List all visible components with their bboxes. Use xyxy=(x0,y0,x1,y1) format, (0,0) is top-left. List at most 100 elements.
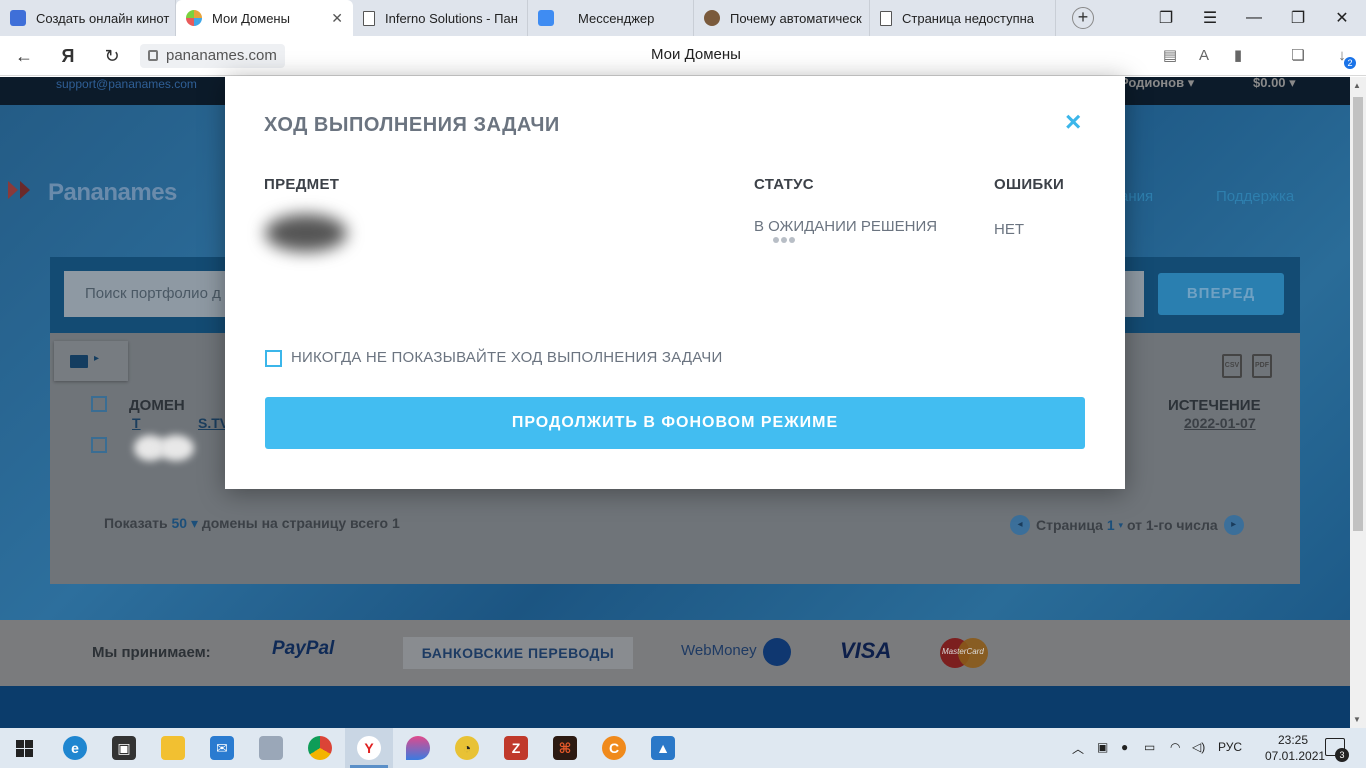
volume-icon[interactable]: ◁) xyxy=(1192,740,1205,754)
paypal-logo: PayPal xyxy=(272,638,335,659)
cloud-app-icon[interactable]: ◔ xyxy=(455,736,479,760)
wifi-icon[interactable]: ◠ xyxy=(1170,740,1180,754)
tab-title: Мои Домены xyxy=(212,10,290,26)
clock[interactable]: 23:25 07.01.2021 xyxy=(1265,732,1326,764)
minimize-icon[interactable]: — xyxy=(1232,0,1276,36)
column-domain[interactable]: ДОМЕН xyxy=(129,397,185,414)
downloads-badge: 2 xyxy=(1344,57,1356,69)
prev-page-button[interactable]: ◂ xyxy=(1010,515,1030,535)
chrome-icon[interactable] xyxy=(308,736,332,760)
tab-why-automatic[interactable]: Почему автоматическ xyxy=(694,0,870,36)
mastercard-text: MasterCard xyxy=(942,647,984,656)
windows-taskbar: e ▣ ✉ Y ◔ Z ⌘ C ▲ ︿ ▣ ● ▭ ◠ ◁) РУС 23:25… xyxy=(0,728,1366,768)
windows-start-icon[interactable] xyxy=(16,740,33,757)
column-expiry[interactable]: ИСТЕЧЕНИЕ xyxy=(1168,397,1261,414)
store-icon[interactable]: ▣ xyxy=(112,736,136,760)
row-checkbox[interactable] xyxy=(91,437,107,453)
battery-icon[interactable]: ▭ xyxy=(1144,740,1155,754)
tab-title: Мессенджер xyxy=(578,10,655,26)
page-caret-icon: ▾ xyxy=(1118,519,1124,530)
redacted-domain xyxy=(158,435,194,461)
close-tab-icon[interactable]: ✕ xyxy=(331,10,343,27)
export-csv-icon[interactable]: CSV xyxy=(1222,354,1242,378)
pager-total-label: домены на страницу всего 1 xyxy=(201,515,400,531)
continue-background-button[interactable]: ПРОДОЛЖИТЬ В ФОНОВОМ РЕЖИМЕ xyxy=(265,397,1085,449)
caret-icon: ▸ xyxy=(94,353,100,364)
scroll-thumb[interactable] xyxy=(1353,97,1363,531)
pananames-logo-icon xyxy=(8,181,30,199)
menu-icon[interactable]: ☰ xyxy=(1188,0,1232,36)
bookmark-icon[interactable]: ▮ xyxy=(1228,46,1248,66)
scroll-up-icon[interactable]: ▲ xyxy=(1353,81,1361,90)
tab-collections-icon[interactable]: ❐ xyxy=(1144,0,1188,36)
visa-logo: VISA xyxy=(840,638,892,663)
pager-show-label: Показать xyxy=(104,515,168,531)
translate-icon[interactable]: A xyxy=(1194,46,1214,66)
page-number[interactable]: 1 xyxy=(1107,517,1115,533)
loading-dots-icon xyxy=(773,237,795,243)
restore-icon[interactable]: ❐ xyxy=(1276,0,1320,36)
collections-icon[interactable]: ❏ xyxy=(1288,46,1308,66)
search-go-button[interactable]: ВПЕРЕД xyxy=(1158,273,1284,315)
clock-date: 07.01.2021 xyxy=(1265,749,1326,763)
payment-methods-footer: Мы принимаем: PayPal БАНКОВСКИЕ ПЕРЕВОДЫ… xyxy=(0,620,1350,686)
tab-title: Inferno Solutions - Пан xyxy=(385,10,518,26)
webmoney-logo: WebMoney xyxy=(681,642,757,659)
robot-app-icon[interactable]: ⌘ xyxy=(553,736,577,760)
user-menu[interactable]: Родионов ▾ xyxy=(1120,77,1194,91)
reader-mode-icon[interactable]: ▤ xyxy=(1160,46,1180,66)
meet-now-icon[interactable]: ▣ xyxy=(1097,740,1108,754)
redacted-subject xyxy=(265,214,347,252)
vertical-scrollbar[interactable]: ▲ ▼ xyxy=(1350,77,1366,728)
yandex-browser-icon[interactable]: Y xyxy=(357,736,381,760)
domain-link-head[interactable]: T xyxy=(132,415,141,431)
c-app-icon[interactable]: C xyxy=(602,736,626,760)
never-show-label[interactable]: НИКОГДА НЕ ПОКАЗЫВАЙТЕ ХОД ВЫПОЛНЕНИЯ ЗА… xyxy=(291,349,722,366)
task-progress-modal: ХОД ВЫПОЛНЕНИЯ ЗАДАЧИ × ПРЕДМЕТ СТАТУС О… xyxy=(225,76,1125,489)
tab-messenger[interactable]: Мессенджер xyxy=(528,0,694,36)
support-email-link[interactable]: support@pananames.com xyxy=(56,77,197,91)
clock-time: 23:25 xyxy=(1277,733,1309,747)
modal-close-icon[interactable]: × xyxy=(1065,108,1081,136)
per-page-value: 50 xyxy=(171,515,188,531)
page-label: Страница xyxy=(1036,517,1103,533)
edge-icon[interactable]: e xyxy=(63,736,87,760)
bank-transfer-logo: БАНКОВСКИЕ ПЕРЕВОДЫ xyxy=(403,637,633,669)
network-app-icon[interactable] xyxy=(259,736,283,760)
filezilla-icon[interactable]: Z xyxy=(504,736,528,760)
photos-icon[interactable]: ▲ xyxy=(651,736,675,760)
drop-app-icon[interactable] xyxy=(406,736,430,760)
never-show-checkbox[interactable] xyxy=(265,350,282,367)
footer-bottom xyxy=(0,686,1350,728)
nav-link-support[interactable]: Поддержка xyxy=(1216,188,1294,205)
new-tab-button[interactable]: + xyxy=(1072,7,1094,29)
balance: $0.00 xyxy=(1253,77,1286,90)
next-page-button[interactable]: ▸ xyxy=(1223,515,1244,535)
balance-menu[interactable]: $0.00 ▾ xyxy=(1253,77,1296,91)
tab-create-online-cinema[interactable]: Создать онлайн кинот xyxy=(0,0,176,36)
microphone-icon[interactable]: ● xyxy=(1121,740,1128,754)
pagination: ◂ Страница 1 ▾ от 1-го числа ▸ xyxy=(1004,515,1250,535)
select-all-checkbox[interactable] xyxy=(91,396,107,412)
pananames-favicon-icon xyxy=(186,10,202,26)
scroll-down-icon[interactable]: ▼ xyxy=(1353,715,1361,724)
tab-page-unavailable[interactable]: Страница недоступна xyxy=(870,0,1056,36)
expiry-date: 2022-01-07 xyxy=(1184,415,1256,431)
tab-inferno-solutions[interactable]: Inferno Solutions - Пан xyxy=(353,0,528,36)
file-explorer-icon[interactable] xyxy=(161,736,185,760)
database-icon xyxy=(10,10,26,26)
page-of-label: от 1-го числа xyxy=(1126,517,1218,533)
page-icon xyxy=(880,10,892,26)
mail-icon[interactable]: ✉ xyxy=(210,736,234,760)
per-page-select[interactable]: 50 ▾ xyxy=(172,515,199,531)
tab-my-domains[interactable]: Мои Домены ✕ xyxy=(176,0,353,36)
window-close-icon[interactable]: ✕ xyxy=(1320,0,1364,36)
folder-dropdown[interactable]: ▸ xyxy=(54,341,128,381)
language-indicator[interactable]: РУС xyxy=(1218,740,1242,754)
tray-chevron-icon[interactable]: ︿ xyxy=(1072,740,1084,757)
tab-title: Создать онлайн кинот xyxy=(36,10,170,26)
tab-title: Почему автоматическ xyxy=(730,10,862,26)
export-pdf-icon[interactable]: PDF xyxy=(1252,354,1272,378)
user-name: Родионов xyxy=(1120,77,1185,90)
errors-value: НЕТ xyxy=(994,221,1024,238)
